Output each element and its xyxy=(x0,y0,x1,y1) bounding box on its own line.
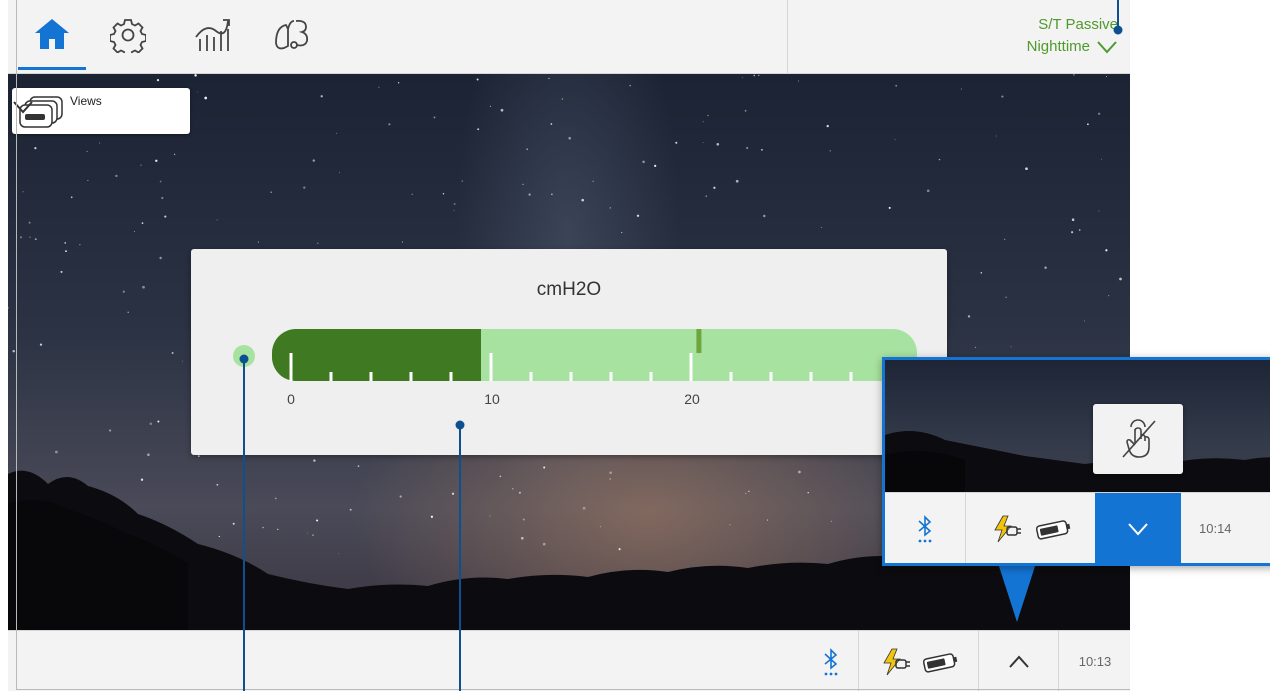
mode-label: S/T Passive xyxy=(1038,16,1118,33)
magnified-status-bar-callout: 10:14 xyxy=(882,357,1270,566)
bluetooth-icon xyxy=(918,514,932,542)
chevron-down-icon xyxy=(1128,522,1148,535)
chevron-up-icon xyxy=(1009,655,1029,668)
callout-status-bar: 10:14 xyxy=(885,492,1270,563)
gauge-major-tick xyxy=(489,353,493,381)
tab-settings[interactable] xyxy=(94,0,162,70)
battery-icon xyxy=(922,652,958,673)
battery-icon xyxy=(1035,519,1071,540)
tab-trends[interactable] xyxy=(178,0,246,70)
mode-period-label: Nighttime xyxy=(1026,38,1090,55)
gauge-tick-label-0: 0 xyxy=(287,391,295,407)
gauge-minor-tick xyxy=(569,372,573,381)
bottom-status-bar: 10:13 xyxy=(8,630,1130,691)
gauge-minor-tick xyxy=(329,372,333,381)
bluetooth-icon xyxy=(823,647,837,675)
trend-chart-icon xyxy=(195,19,230,51)
gauge-fill-edge xyxy=(296,329,481,381)
clock: 10:13 xyxy=(1058,631,1130,691)
gauge-minor-tick xyxy=(369,372,373,381)
lung-wrench-icon xyxy=(275,19,309,50)
ac-power-icon xyxy=(994,515,1021,542)
gauge-major-tick xyxy=(289,353,293,381)
home-icon xyxy=(35,18,69,49)
gear-icon xyxy=(110,19,146,53)
chevron-down-icon xyxy=(13,101,33,114)
topbar-divider xyxy=(787,0,788,73)
gauge-minor-tick xyxy=(609,372,613,381)
gauge-tick-label-10: 10 xyxy=(484,391,500,407)
gauge-minor-tick xyxy=(529,372,533,381)
gauge-minor-tick xyxy=(769,372,773,381)
callout-tree-silhouette xyxy=(885,431,1270,492)
tab-tools[interactable] xyxy=(258,0,326,70)
callout-power-status[interactable] xyxy=(965,493,1096,563)
pressure-gauge-panel: cmH2O 0 10 20 3 xyxy=(191,249,947,455)
ventilator-screen: S/T Passive Nighttime Views cmH2O 0 10 2… xyxy=(8,0,1130,691)
gauge-minor-tick xyxy=(649,372,653,381)
chevron-down-icon xyxy=(1097,41,1117,54)
gauge-setpoint-marker xyxy=(696,329,702,353)
ac-power-icon xyxy=(883,648,910,675)
gauge-minor-tick xyxy=(729,372,733,381)
callout-clock: 10:14 xyxy=(1181,493,1270,563)
top-navigation-bar: S/T Passive Nighttime xyxy=(8,0,1130,74)
gauge-minor-tick xyxy=(449,372,453,381)
gauge-minor-tick xyxy=(809,372,813,381)
gauge-tick-label-20: 20 xyxy=(684,391,700,407)
expand-status-button[interactable] xyxy=(978,631,1059,691)
touch-lock-button[interactable] xyxy=(1093,404,1183,474)
clock-time: 10:13 xyxy=(1078,654,1112,669)
views-dropdown[interactable]: Views xyxy=(12,88,190,134)
power-status[interactable] xyxy=(858,631,979,691)
callout-background xyxy=(885,360,1270,492)
touch-lock-icon xyxy=(1122,419,1156,458)
gauge-minor-tick xyxy=(849,372,853,381)
gauge-major-tick xyxy=(689,353,693,381)
callout-clock-time: 10:14 xyxy=(1199,521,1232,536)
ventilation-mode-selector[interactable]: S/T Passive Nighttime xyxy=(1027,14,1118,58)
collapse-status-button[interactable] xyxy=(1095,493,1181,563)
callout-bluetooth-status[interactable] xyxy=(885,493,965,563)
pressure-bar-gauge: 0 10 20 3 xyxy=(272,329,917,407)
views-label: Views xyxy=(70,94,102,108)
gauge-minor-tick xyxy=(409,372,413,381)
bluetooth-status[interactable] xyxy=(803,631,858,691)
tab-home[interactable] xyxy=(18,0,86,70)
